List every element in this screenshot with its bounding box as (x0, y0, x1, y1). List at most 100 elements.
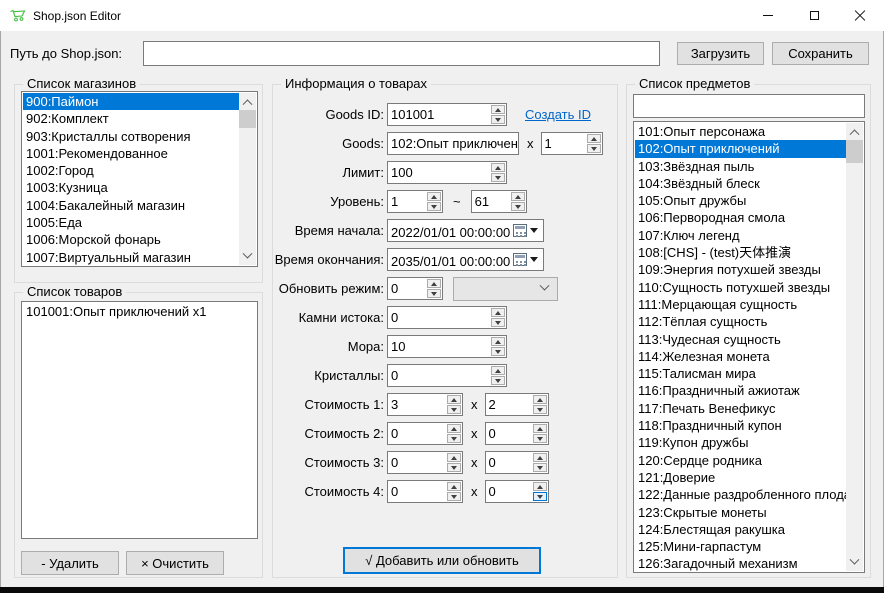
cost1-count-spinner[interactable]: 2 (485, 393, 549, 416)
spin-up-button[interactable] (533, 424, 547, 433)
spin-up-button[interactable] (533, 395, 547, 404)
time-end-picker[interactable]: 2035/01/01 00:00:00 (387, 248, 544, 271)
cost1-count-value[interactable]: 2 (486, 394, 532, 415)
list-item[interactable]: 115:Талисман мира (635, 365, 846, 382)
goods-id-spinner[interactable]: 101001 (387, 103, 507, 126)
goods-listbox[interactable]: 101001:Опыт приключений x1 (21, 301, 258, 539)
cost4-id-value[interactable]: 0 (388, 481, 446, 502)
spin-up-button[interactable] (491, 366, 505, 375)
list-item[interactable]: 121:Доверие (635, 469, 846, 486)
delete-button[interactable]: - Удалить (21, 551, 119, 575)
goods-value[interactable]: 102:Опыт приключений (388, 133, 518, 154)
crystals-value[interactable]: 0 (388, 365, 490, 386)
list-item[interactable]: 109:Энергия потухшей звезды (635, 261, 846, 278)
list-item[interactable]: 1001:Рекомендованное (23, 145, 239, 162)
spin-up-button[interactable] (491, 308, 505, 317)
cost4-count-value[interactable]: 0 (486, 481, 532, 502)
list-item[interactable]: 122:Данные раздробленного плода (635, 486, 846, 503)
spin-up-button[interactable] (447, 424, 461, 433)
maximize-button[interactable] (791, 1, 837, 30)
list-item[interactable]: 102:Опыт приключений (635, 140, 846, 157)
limit-spinner[interactable]: 100 (387, 161, 507, 184)
list-item[interactable]: 119:Купон дружбы (635, 434, 846, 451)
spin-up-button[interactable] (447, 395, 461, 404)
level-min-spinner[interactable]: 1 (387, 190, 443, 213)
cost3-id-value[interactable]: 0 (388, 452, 446, 473)
cost3-id-spinner[interactable]: 0 (387, 451, 463, 474)
spin-down-button[interactable] (491, 115, 505, 124)
dropdown-arrow-icon[interactable] (530, 228, 538, 233)
limit-value[interactable]: 100 (388, 162, 490, 183)
list-item[interactable]: 125:Мини-гарпастум (635, 538, 846, 555)
dropdown-arrow-icon[interactable] (530, 257, 538, 262)
list-item[interactable]: 1003:Кузница (23, 179, 239, 196)
spin-down-button[interactable] (491, 376, 505, 385)
spin-up-button[interactable] (491, 337, 505, 346)
cost2-id-spinner[interactable]: 0 (387, 422, 463, 445)
shop-list-scrollbar[interactable] (239, 93, 256, 265)
refresh-mode-value[interactable]: 0 (388, 278, 426, 299)
spin-down-button[interactable] (427, 289, 441, 298)
goods-textbox[interactable]: 102:Опыт приключений (387, 132, 519, 155)
scroll-thumb[interactable] (846, 140, 863, 163)
scroll-down-button[interactable] (846, 554, 863, 571)
cost1-id-value[interactable]: 3 (388, 394, 446, 415)
spin-up-button[interactable] (511, 192, 525, 201)
spin-down-button[interactable] (447, 492, 461, 501)
scroll-thumb[interactable] (239, 110, 256, 128)
path-input[interactable] (143, 41, 660, 66)
mora-value[interactable]: 10 (388, 336, 490, 357)
spin-down-button[interactable] (491, 173, 505, 182)
close-button[interactable] (837, 1, 883, 30)
items-list-scrollbar[interactable] (846, 123, 863, 571)
level-max-value[interactable]: 61 (472, 191, 510, 212)
list-item[interactable]: 114:Железная монета (635, 348, 846, 365)
mora-spinner[interactable]: 10 (387, 335, 507, 358)
list-item[interactable]: 108:[CHS] - (test)天体推演 (635, 244, 846, 261)
list-item[interactable]: 116:Праздничный ажиотаж (635, 382, 846, 399)
list-item[interactable]: 113:Чудесная сущность (635, 331, 846, 348)
minimize-button[interactable] (745, 1, 791, 30)
spin-up-button[interactable] (533, 482, 547, 491)
cost1-id-spinner[interactable]: 3 (387, 393, 463, 416)
spin-down-button[interactable] (447, 463, 461, 472)
list-item[interactable]: 101:Опыт персонажа (635, 123, 846, 140)
spin-down-button[interactable] (447, 434, 461, 443)
scroll-up-button[interactable] (239, 93, 256, 110)
spin-down-button[interactable] (511, 202, 525, 211)
cost4-id-spinner[interactable]: 0 (387, 480, 463, 503)
list-item[interactable]: 1006:Морской фонарь (23, 231, 239, 248)
spin-down-button[interactable] (491, 347, 505, 356)
list-item[interactable]: 1005:Еда (23, 214, 239, 231)
spin-up-button[interactable] (587, 134, 601, 143)
list-item[interactable]: 117:Печать Венефикус (635, 400, 846, 417)
spin-down-button[interactable] (491, 318, 505, 327)
cost2-count-spinner[interactable]: 0 (485, 422, 549, 445)
list-item[interactable]: 903:Кристаллы сотворения (23, 128, 239, 145)
list-item[interactable]: 1007:Виртуальный магазин (23, 249, 239, 265)
spin-down-button[interactable] (533, 492, 547, 501)
scroll-down-button[interactable] (239, 248, 256, 265)
spin-down-button[interactable] (533, 434, 547, 443)
scroll-up-button[interactable] (846, 123, 863, 140)
list-item[interactable]: 123:Скрытые монеты (635, 504, 846, 521)
load-button[interactable]: Загрузить (677, 42, 764, 65)
list-item[interactable]: 111:Мерцающая сущность (635, 296, 846, 313)
spin-down-button[interactable] (447, 405, 461, 414)
list-item[interactable]: 1004:Бакалейный магазин (23, 197, 239, 214)
add-or-update-button[interactable]: √ Добавить или обновить (343, 547, 541, 574)
spin-down-button[interactable] (587, 144, 601, 153)
list-item[interactable]: 103:Звёздная пыль (635, 158, 846, 175)
list-item[interactable]: 900:Паймон (23, 93, 239, 110)
items-listbox[interactable]: 101:Опыт персонажа102:Опыт приключений10… (633, 121, 865, 573)
spin-down-button[interactable] (427, 202, 441, 211)
crystals-spinner[interactable]: 0 (387, 364, 507, 387)
list-item[interactable]: 110:Сущность потухшей звезды (635, 279, 846, 296)
refresh-mode-combobox[interactable] (453, 277, 558, 301)
spin-up-button[interactable] (427, 192, 441, 201)
list-item[interactable]: 105:Опыт дружбы (635, 192, 846, 209)
spin-up-button[interactable] (447, 453, 461, 462)
level-max-spinner[interactable]: 61 (471, 190, 527, 213)
items-search-input[interactable] (633, 94, 865, 118)
time-end-value[interactable]: 2035/01/01 00:00:00 (388, 251, 513, 269)
